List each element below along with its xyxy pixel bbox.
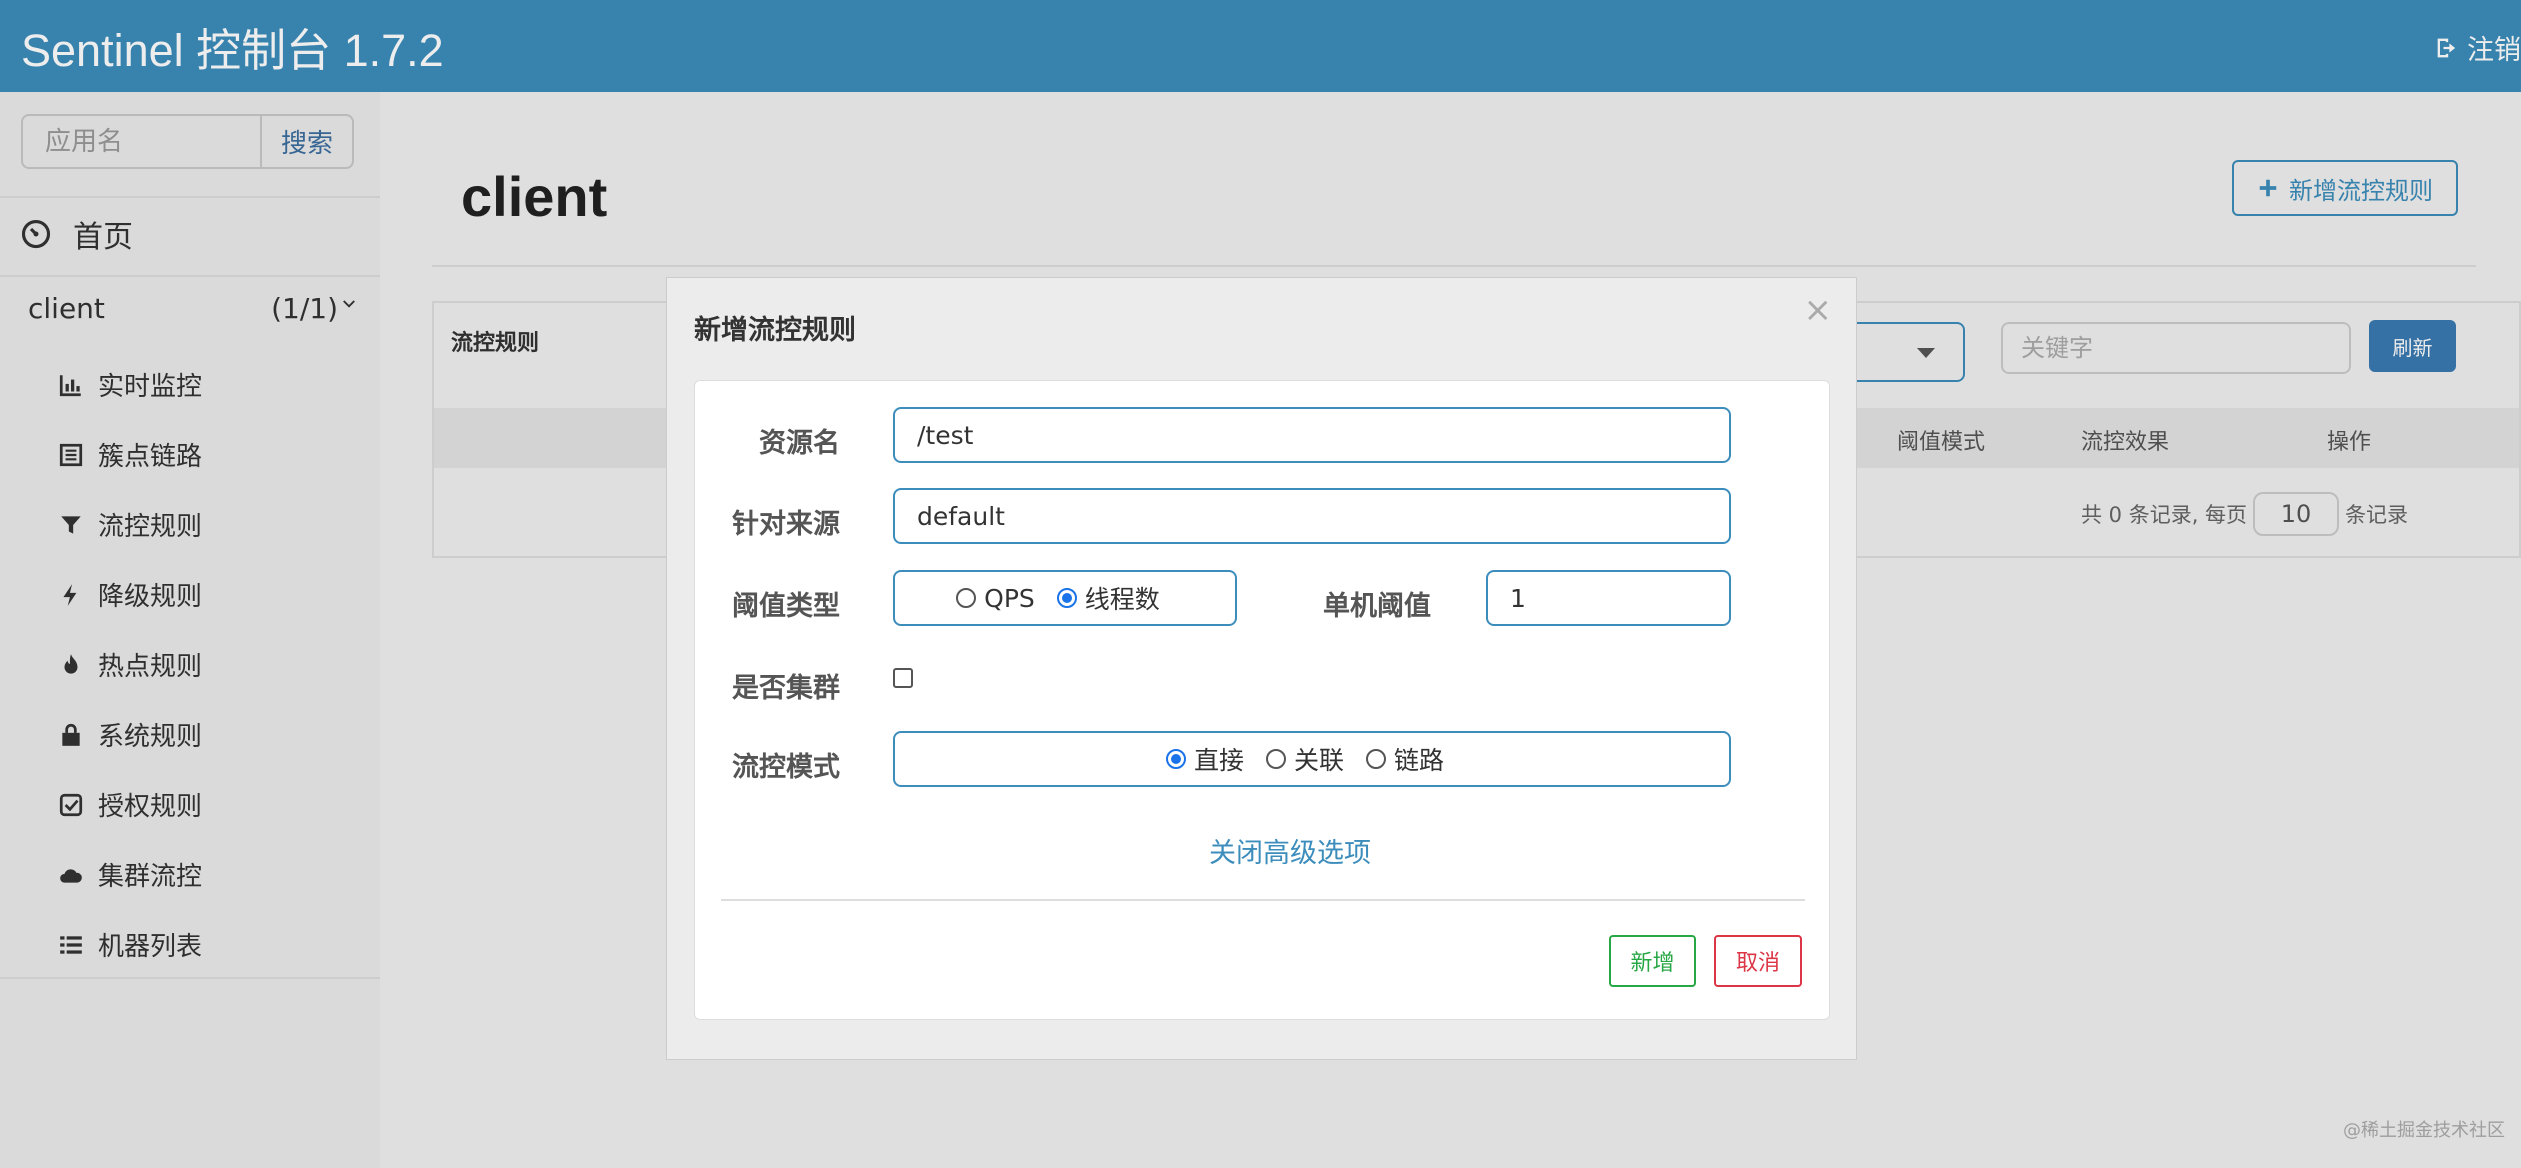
radio-direct[interactable] [1165,749,1186,769]
radio-chain-label: 链路 [1394,746,1445,775]
cluster-mode-label: 是否集群 [732,673,840,704]
add-flow-rule-modal: 新增流控规则 × 资源名 针对来源 阈值类型 QPS 线程数 单机阈值 是否集群… [666,277,1857,1060]
limit-origin-input[interactable] [893,488,1731,544]
cluster-mode-checkbox[interactable] [893,668,913,688]
flow-mode-radio-group: 直接 关联 链路 [893,731,1731,787]
radio-direct-label: 直接 [1193,746,1244,775]
toggle-advanced-link[interactable]: 关闭高级选项 [1209,831,1371,870]
radio-qps[interactable] [956,588,977,608]
origin-label: 针对来源 [732,509,840,540]
radio-thread-count[interactable] [1056,588,1077,608]
threshold-type-radio-group: QPS 线程数 [893,570,1237,626]
modal-divider [721,899,1805,901]
radio-thread-count-label: 线程数 [1084,585,1160,614]
cancel-button[interactable]: 取消 [1714,935,1802,987]
close-icon[interactable]: × [1804,290,1833,330]
radio-relate[interactable] [1265,749,1286,769]
resource-name-input[interactable] [893,407,1731,463]
threshold-type-label: 阈值类型 [732,591,840,622]
single-threshold-label: 单机阈值 [1323,591,1431,622]
resource-label: 资源名 [759,428,840,459]
single-threshold-input[interactable] [1486,570,1731,626]
radio-chain[interactable] [1366,749,1386,769]
radio-relate-label: 关联 [1293,746,1344,775]
flow-mode-label: 流控模式 [732,752,840,783]
modal-form: 资源名 针对来源 阈值类型 QPS 线程数 单机阈值 是否集群 流控模式 直接 … [694,380,1830,1020]
add-button[interactable]: 新增 [1609,935,1696,987]
modal-title: 新增流控规则 [694,315,856,346]
radio-qps-label: QPS [984,583,1035,613]
